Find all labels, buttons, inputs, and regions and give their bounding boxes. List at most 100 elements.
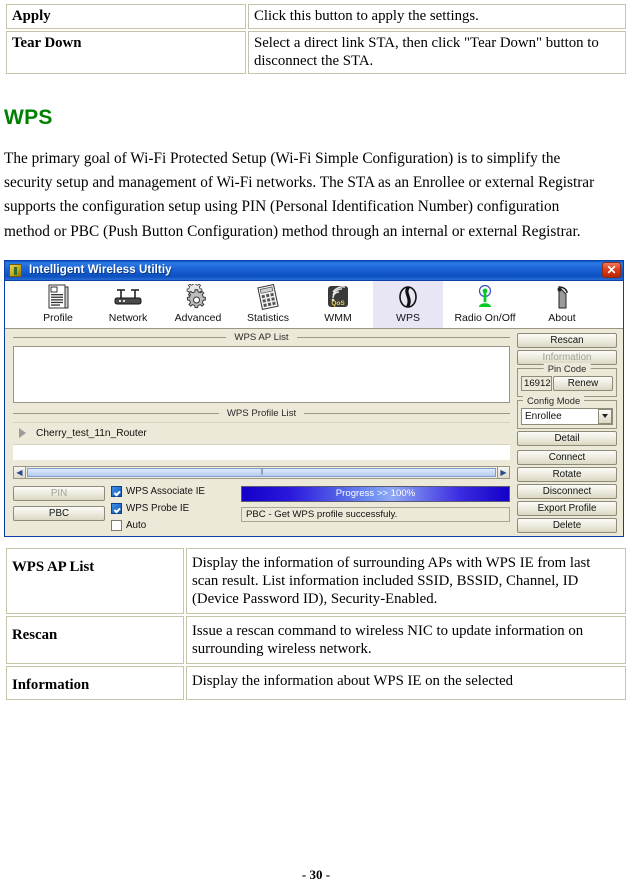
rule-left: [13, 337, 227, 339]
config-mode-value: Enrollee: [525, 410, 562, 422]
delete-button[interactable]: Delete: [517, 517, 617, 533]
rule-right: [304, 413, 510, 415]
tab-network[interactable]: Network: [93, 280, 163, 328]
router-icon: [112, 284, 144, 311]
rule-right: [296, 337, 510, 339]
scroll-thumb[interactable]: [27, 467, 496, 477]
wps-left-column: WPS AP List WPS Profile List Cherry_test…: [13, 332, 510, 537]
table-row: WPS AP List Display the information of s…: [6, 547, 626, 614]
checkbox-wps-associate-ie[interactable]: WPS Associate IE: [111, 485, 239, 497]
tab-statistics[interactable]: Statistics: [233, 280, 303, 328]
checkbox-label: WPS Probe IE: [126, 502, 190, 514]
table-row: Apply Click this button to apply the set…: [6, 4, 626, 30]
checkbox-box: [111, 519, 122, 531]
section-heading: WPS: [4, 106, 53, 130]
tab-label: Profile: [43, 311, 73, 324]
app-logo-icon: [9, 263, 22, 277]
wps-description-table: WPS AP List Display the information of s…: [4, 546, 628, 702]
wps-bottom-controls: PIN PBC WPS Associate IE WPS Probe IE Au…: [13, 485, 510, 537]
profile-list-empty-area: [13, 443, 510, 460]
config-mode-select[interactable]: Enrollee: [521, 407, 613, 425]
tab-label: WMM: [324, 311, 352, 324]
wps-ap-list[interactable]: [13, 345, 510, 403]
config-mode-body: Enrollee: [521, 407, 613, 425]
checkbox-label: WPS Associate IE: [126, 485, 205, 497]
wireless-utility-window: Intelligent Wireless Utiltiy ✕ Profile N…: [4, 259, 624, 537]
rotate-button[interactable]: Rotate: [517, 466, 617, 482]
apply-teardown-table: Apply Click this button to apply the set…: [4, 2, 628, 76]
row-label: Apply: [6, 4, 246, 30]
pin-pbc-buttons: PIN PBC: [13, 485, 105, 526]
tab-label: Statistics: [246, 311, 289, 324]
table-row: Information Display the information abou…: [6, 666, 626, 701]
scroll-right-icon[interactable]: ▶: [497, 465, 510, 479]
row-description: Display the information of surrounding A…: [186, 547, 626, 614]
wps-ie-checkboxes: WPS Associate IE WPS Probe IE Auto: [105, 485, 239, 537]
wps-progress-bar: Progress >> 100%: [241, 485, 510, 502]
tab-wps[interactable]: WPS: [373, 280, 443, 328]
selection-arrow-icon: [19, 428, 26, 439]
export-profile-button[interactable]: Export Profile: [517, 500, 617, 516]
list-item[interactable]: Cherry_test_11n_Router: [13, 422, 510, 444]
qos-icon: QoS: [325, 284, 351, 311]
wps-icon: [395, 284, 421, 311]
tab-label: WPS: [396, 311, 420, 324]
tab-wmm[interactable]: QoS WMM: [303, 280, 373, 328]
checkbox-box: [111, 502, 122, 514]
wps-panel: WPS AP List WPS Profile List Cherry_test…: [5, 328, 623, 537]
table-row: Rescan Issue a rescan command to wireles…: [6, 615, 626, 664]
section-paragraph: The primary goal of Wi-Fi Protected Setu…: [4, 150, 595, 240]
row-description: Select a direct link STA, then click "Te…: [248, 31, 626, 75]
pin-code-group: Pin Code 16912113 Renew: [517, 362, 617, 397]
wps-profile-list[interactable]: Cherry_test_11n_Router: [13, 421, 510, 465]
about-icon: [551, 284, 573, 311]
row-label: Rescan: [6, 615, 184, 664]
profile-list-group-header: WPS Profile List: [13, 408, 510, 420]
row-description: Issue a rescan command to wireless NIC t…: [186, 615, 626, 664]
detail-button[interactable]: Detail: [517, 430, 617, 446]
pin-code-input[interactable]: 16912113: [521, 375, 553, 391]
gears-icon: [183, 284, 213, 311]
page-number: - 30 -: [301, 867, 331, 882]
rescan-button[interactable]: Rescan: [517, 332, 617, 348]
svg-text:QoS: QoS: [331, 300, 345, 307]
pin-code-legend: Pin Code: [543, 362, 591, 374]
tab-advanced[interactable]: Advanced: [163, 280, 233, 328]
window-titlebar: Intelligent Wireless Utiltiy ✕: [5, 260, 623, 281]
profile-name: Cherry_test_11n_Router: [36, 427, 147, 439]
profile-list-hscrollbar[interactable]: ◀ ▶: [13, 465, 510, 479]
wps-status-message: PBC - Get WPS profile successfuly.: [241, 506, 510, 522]
scroll-left-icon[interactable]: ◀: [13, 465, 26, 479]
tab-profile[interactable]: Profile: [23, 280, 93, 328]
checkbox-wps-probe-ie[interactable]: WPS Probe IE: [111, 502, 239, 514]
main-toolbar: Profile Network Advanced Statistics QoS …: [5, 280, 623, 329]
pbc-button[interactable]: PBC: [13, 505, 105, 521]
ap-list-group-header: WPS AP List: [13, 332, 510, 344]
checkbox-box: [111, 485, 122, 497]
checkbox-auto[interactable]: Auto: [111, 519, 239, 531]
tab-label: Advanced: [174, 311, 222, 324]
row-label: Tear Down: [6, 31, 246, 75]
chart-icon: [255, 284, 281, 311]
progress-label: Progress >> 100%: [335, 487, 416, 499]
scroll-track[interactable]: [26, 465, 497, 479]
antenna-icon: [473, 284, 497, 311]
ap-list-title: WPS AP List: [234, 332, 289, 344]
renew-button[interactable]: Renew: [553, 375, 613, 391]
disconnect-button[interactable]: Disconnect: [517, 483, 617, 499]
close-icon[interactable]: ✕: [602, 262, 621, 279]
tab-radio-on-off[interactable]: Radio On/Off: [443, 280, 527, 328]
row-description: Click this button to apply the settings.: [248, 4, 626, 30]
window-title: Intelligent Wireless Utiltiy: [29, 264, 172, 277]
tab-label: About: [548, 311, 576, 324]
table-row: Tear Down Select a direct link STA, then…: [6, 31, 626, 75]
chevron-down-icon[interactable]: [598, 408, 612, 424]
config-mode-legend: Config Mode: [523, 394, 585, 406]
connect-button[interactable]: Connect: [517, 449, 617, 465]
pin-button[interactable]: PIN: [13, 485, 105, 501]
checkbox-label: Auto: [126, 519, 147, 531]
profile-list-title: WPS Profile List: [226, 408, 297, 420]
pin-code-body: 16912113 Renew: [521, 375, 613, 393]
wps-right-column: Rescan Information Pin Code 16912113 Ren…: [517, 332, 617, 535]
tab-about[interactable]: About: [527, 280, 597, 328]
